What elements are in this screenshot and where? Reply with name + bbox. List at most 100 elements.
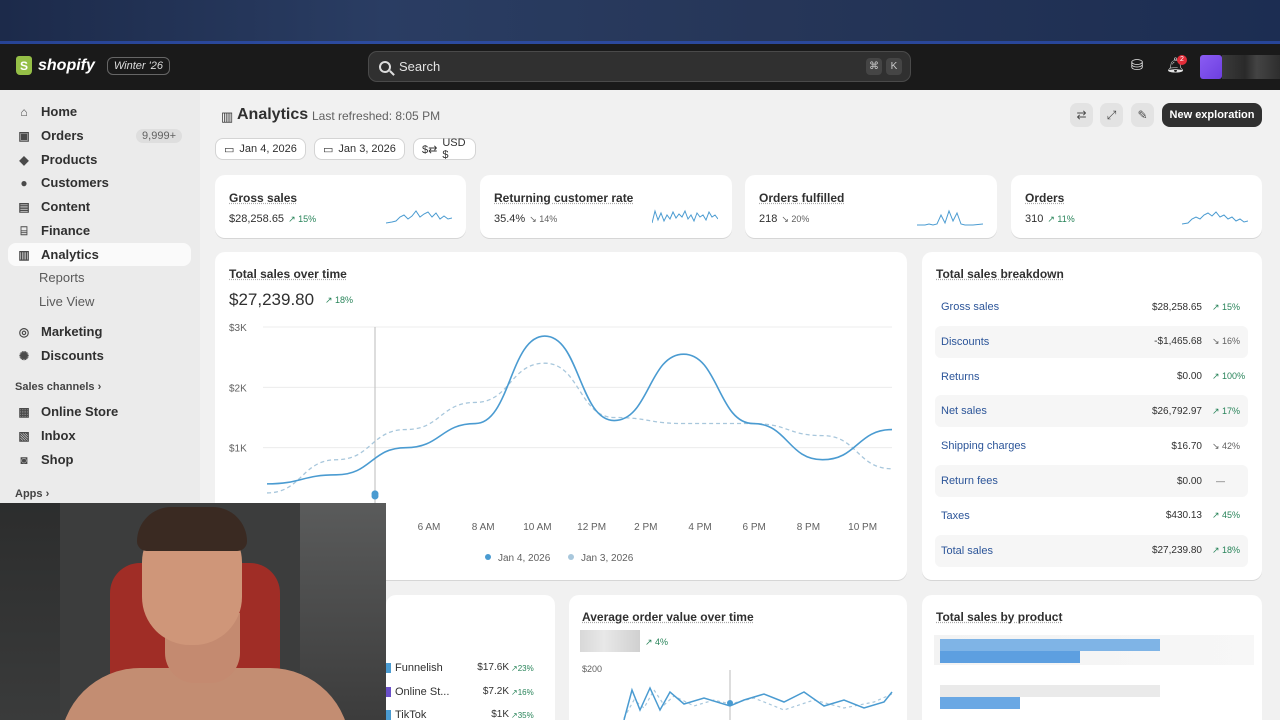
person-hair [137, 507, 247, 551]
edit-pencil-icon[interactable]: ✎ [1131, 103, 1154, 127]
compare-label: Jan 3, 2026 [338, 143, 396, 155]
sidebar-item-label: Live View [39, 294, 95, 309]
sidebar-item-customers[interactable]: ● Customers [8, 171, 191, 194]
kpi-value-row: 310 ↗ 11% [1025, 213, 1075, 225]
sidebar-item-inbox[interactable]: ▧ Inbox [8, 424, 191, 447]
sidebar-item-label: Finance [41, 223, 91, 238]
shortcut-cmd-key: ⌘ [866, 58, 882, 75]
apps-label: Apps [15, 488, 43, 500]
sidebar-item-online-store[interactable]: ▦ Online Store [8, 400, 191, 423]
breakdown-delta: ↗ 18% [1212, 545, 1241, 556]
kpi-delta-value: 14% [539, 214, 558, 224]
kpi-delta: ↗ 11% [1047, 214, 1075, 224]
product-bar [940, 697, 1020, 709]
product-bar [940, 639, 1160, 651]
breakdown-row[interactable]: Returns $0.00 ↗ 100% [935, 361, 1248, 393]
legend-dot [485, 554, 491, 560]
sidebar-item-shop[interactable]: ◙ Shop [8, 448, 191, 471]
home-icon: ⌂ [20, 104, 28, 119]
sidebar-item-home[interactable]: ⌂ Home [8, 100, 191, 123]
brand-name: shopify [38, 56, 95, 74]
date-picker-button[interactable]: ▭ Jan 4, 2026 [215, 138, 306, 160]
top-bar: shopify Winter '26 Search ⌘ K ⛁ 🔔︎ [0, 44, 1280, 90]
refresh-icon[interactable]: ⇄ [1070, 103, 1093, 127]
breakdown-row[interactable]: Taxes $430.13 ↗ 45% [935, 500, 1248, 532]
kpi-card-returning-rate[interactable]: Returning customer rate 35.4% ↘ 14% [480, 175, 732, 238]
kpi-card-orders[interactable]: Orders 310 ↗ 11% [1011, 175, 1262, 238]
channel-delta: ↗16% [511, 687, 534, 697]
breakdown-label[interactable]: Return fees [941, 475, 998, 487]
breakdown-label[interactable]: Shipping charges [941, 440, 1026, 452]
kpi-card-orders-fulfilled[interactable]: Orders fulfilled 218 ↘ 20% [745, 175, 997, 238]
breakdown-label[interactable]: Discounts [941, 336, 989, 348]
breakdown-row[interactable]: Shipping charges $16.70 ↘ 42% [935, 430, 1248, 462]
sales-by-channel-card [386, 595, 555, 720]
aov-card: Average order value over time ↗ 4% $200 [569, 595, 907, 720]
breakdown-value: $27,239.80 [1151, 545, 1202, 557]
sidebar-item-content[interactable]: ▤ Content [8, 195, 191, 218]
breakdown-value: $0.00 [1176, 475, 1202, 487]
legend-label[interactable]: Jan 4, 2026 [498, 553, 551, 564]
aov-line-chart[interactable] [614, 670, 904, 720]
breakdown-label[interactable]: Gross sales [941, 301, 999, 313]
breakdown-delta: ↗ 17% [1212, 405, 1241, 416]
store-switcher-icon[interactable]: ⛁ [1128, 57, 1146, 75]
product-row-blurred [940, 685, 1160, 697]
sidebar-item-finance[interactable]: ⌸ Finance [8, 219, 191, 242]
search-bar[interactable]: Search ⌘ K [368, 51, 911, 82]
currency-button[interactable]: $⇄ USD $ [413, 137, 476, 161]
bank-icon: ⌸ [20, 223, 28, 238]
kpi-title: Orders [1025, 191, 1065, 205]
store-icon: ▦ [18, 404, 30, 419]
sidebar-item-reports[interactable]: Reports [8, 266, 191, 289]
expand-icon[interactable]: ⤢ [1100, 103, 1123, 127]
sidebar-item-analytics[interactable]: ▥ Analytics [8, 243, 191, 266]
breakdown-label[interactable]: Returns [941, 371, 980, 383]
product-bar [940, 651, 1080, 663]
breakdown-delta-value: 100% [1222, 371, 1246, 382]
breakdown-row[interactable]: Gross sales $28,258.65 ↗ 15% [935, 291, 1248, 323]
breakdown-value: $26,792.97 [1151, 405, 1202, 417]
kpi-card-gross-sales[interactable]: Gross sales $28,258.65 ↗ 15% [215, 175, 466, 238]
card-title[interactable]: Total sales breakdown [936, 267, 1064, 281]
sidebar-item-orders[interactable]: ▣ Orders 9,999+ [8, 124, 191, 147]
legend-dot [568, 554, 574, 560]
channel-label: TikTok [395, 709, 427, 720]
apps-heading[interactable]: Apps › [15, 488, 49, 500]
sidebar-item-live-view[interactable]: Live View [8, 290, 191, 313]
sparkline [917, 209, 983, 226]
sales-channels-heading[interactable]: Sales channels › [15, 381, 101, 393]
breakdown-row[interactable]: Net sales $26,792.97 ↗ 17% [935, 395, 1248, 428]
sales-by-product-card: Total sales by product [922, 595, 1262, 720]
breakdown-label[interactable]: Taxes [941, 510, 970, 522]
total-sales-delta-value: 18% [335, 295, 354, 305]
legend-label[interactable]: Jan 3, 2026 [581, 553, 634, 564]
sidebar-item-label: Shop [41, 452, 74, 467]
breakdown-label[interactable]: Net sales [941, 405, 987, 417]
channel-delta-value: 23% [517, 664, 534, 673]
discount-icon: ✺ [18, 348, 30, 363]
breakdown-row[interactable]: Return fees $0.00 — [935, 465, 1248, 497]
compare-date-button[interactable]: ▭ Jan 3, 2026 [314, 138, 405, 160]
breakdown-label[interactable]: Total sales [941, 545, 993, 557]
aov-delta: ↗ 4% [645, 637, 669, 647]
series-line-1[interactable] [266, 362, 893, 494]
card-title[interactable]: Average order value over time [582, 610, 754, 624]
shopify-logo[interactable]: shopify Winter '26 [16, 56, 170, 75]
breakdown-row[interactable]: Total sales $27,239.80 ↗ 18% [935, 534, 1248, 567]
sales-channels-label: Sales channels [15, 381, 95, 393]
sidebar-item-discounts[interactable]: ✺ Discounts [8, 344, 191, 367]
inbox-icon: ▧ [18, 428, 30, 443]
total-sales-value: $27,239.80 [229, 290, 315, 309]
sidebar-item-products[interactable]: ◆ Products [8, 148, 191, 171]
last-refreshed-text: Last refreshed: 8:05 PM [312, 109, 441, 123]
new-exploration-button[interactable]: New exploration [1162, 103, 1262, 127]
breakdown-value: $16.70 [1171, 440, 1202, 452]
card-title[interactable]: Total sales by product [936, 610, 1062, 624]
avatar[interactable] [1200, 55, 1222, 79]
card-title[interactable]: Total sales over time [229, 267, 347, 281]
currency-exchange-icon: $⇄ [422, 143, 438, 156]
series-line-0[interactable] [266, 335, 893, 485]
breakdown-row[interactable]: Discounts -$1,465.68 ↘ 16% [935, 325, 1248, 358]
sidebar-item-marketing[interactable]: ◎ Marketing [8, 320, 191, 343]
